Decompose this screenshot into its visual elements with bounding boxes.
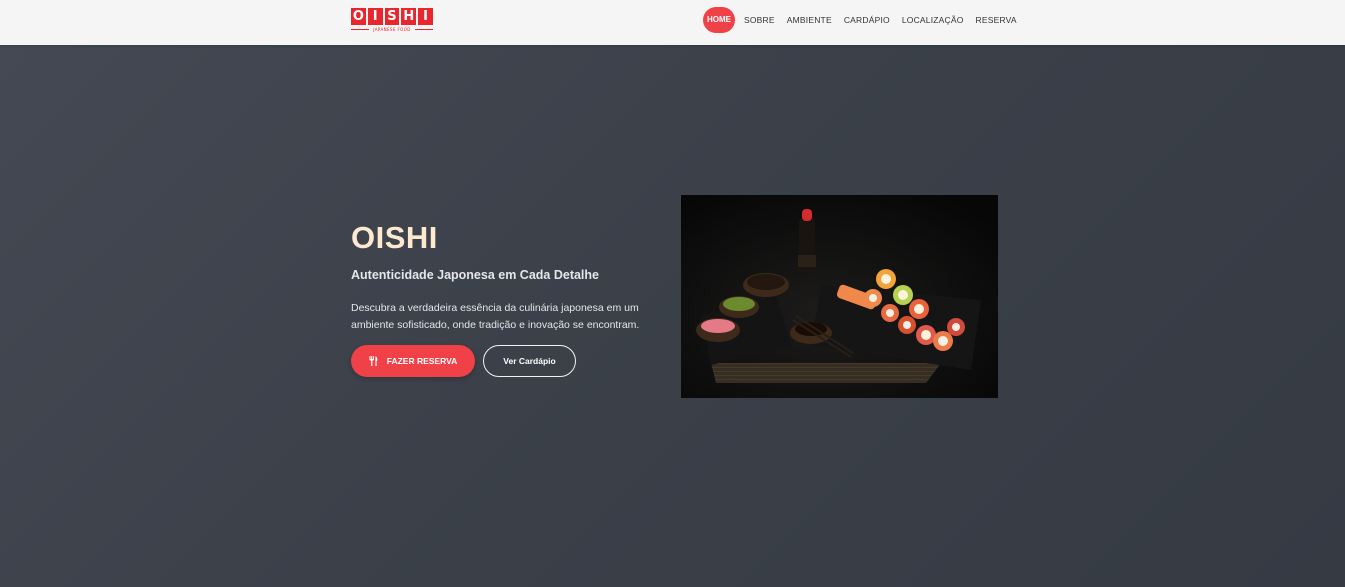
nav-link-cardapio[interactable]: CARDÁPIO: [844, 15, 890, 25]
make-reservation-button[interactable]: FAZER RESERVA: [351, 345, 475, 377]
navbar: O I S H I JAPANESE FOOD HOME SOBRE AMBIE…: [0, 0, 1345, 45]
logo-letter: H: [401, 8, 417, 25]
logo-wordmark: O I S H I: [351, 8, 433, 25]
sushi-platter-photo: [681, 195, 998, 398]
hero-subtitle: Autenticidade Japonesa em Cada Detalhe: [351, 268, 599, 282]
logo-letter: S: [384, 8, 400, 25]
logo-letter: I: [418, 8, 433, 25]
nav-link-sobre[interactable]: SOBRE: [744, 15, 775, 25]
view-menu-label: Ver Cardápio: [503, 356, 556, 366]
logo-tagline: JAPANESE FOOD: [351, 27, 433, 32]
logo-letter: I: [367, 8, 383, 25]
nav-link-localizacao[interactable]: LOCALIZAÇÃO: [902, 15, 964, 25]
hero-description: Descubra a verdadeira essência da culiná…: [351, 302, 640, 331]
nav-link-home[interactable]: HOME: [703, 7, 735, 33]
logo-letter: O: [351, 8, 366, 25]
main-nav: HOME SOBRE AMBIENTE CARDÁPIO LOCALIZAÇÃO…: [703, 7, 1029, 33]
nav-link-ambiente[interactable]: AMBIENTE: [787, 15, 832, 25]
oishi-logo[interactable]: O I S H I JAPANESE FOOD: [351, 8, 433, 34]
utensils-icon: [369, 356, 378, 366]
make-reservation-label: FAZER RESERVA: [386, 356, 458, 366]
nav-link-reserva[interactable]: RESERVA: [976, 15, 1017, 25]
hero-section: OISHI Autenticidade Japonesa em Cada Det…: [0, 45, 1345, 587]
view-menu-button[interactable]: Ver Cardápio: [483, 345, 576, 377]
hero-title: OISHI: [351, 220, 438, 255]
